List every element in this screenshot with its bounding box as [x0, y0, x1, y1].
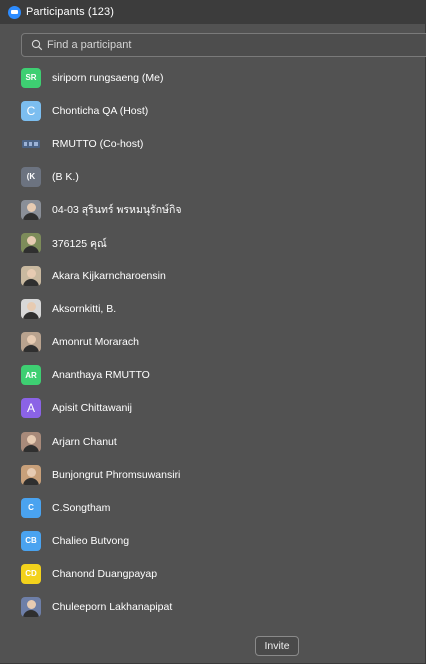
avatar-photo	[21, 464, 41, 485]
participant-name: Aksornkitti, B.	[52, 303, 117, 316]
participant-name: Chonticha QA (Host)	[52, 104, 149, 117]
window-title: Participants (123)	[26, 6, 115, 18]
participant-row[interactable]: C C.Songtham	[0, 491, 426, 524]
participant-name: (B K.)	[52, 170, 79, 183]
participant-row[interactable]: 04-03 สุรินทร์ พรหมนุรักษ์กิจ	[0, 193, 426, 226]
avatar-body-shape	[23, 610, 39, 618]
participant-row[interactable]: A Apisit Chittawanij	[0, 392, 426, 425]
participant-name: Chuleeporn Lakhanapipat	[52, 601, 173, 614]
avatar-photo	[21, 233, 41, 254]
participant-row[interactable]: Aksornkitti, B.	[0, 293, 426, 326]
participant-name: RMUTTO (Co-host)	[52, 137, 144, 150]
avatar-head-shape	[26, 302, 36, 312]
participant-name: Akara Kijkarncharoensin	[52, 270, 166, 283]
participant-row[interactable]: Arjarn Chanut	[0, 425, 426, 458]
avatar-photo	[21, 299, 41, 320]
participants-panel: Participants (123) SR siriporn rungsaeng …	[0, 0, 426, 664]
search-box[interactable]	[21, 33, 426, 57]
search-input[interactable]	[47, 39, 387, 51]
avatar-head-shape	[26, 335, 36, 345]
avatar-photo	[21, 199, 41, 220]
avatar-initials: CD	[21, 563, 41, 584]
avatar-logo-icon	[21, 134, 41, 154]
avatar-body-shape	[23, 279, 39, 287]
participant-row[interactable]: 376125 คุณ์	[0, 226, 426, 259]
participant-name: 376125 คุณ์	[52, 237, 107, 250]
avatar-body-shape	[23, 212, 39, 220]
title-bar[interactable]: Participants (123)	[0, 0, 425, 24]
avatar-initials: A	[21, 398, 41, 419]
participant-list: SR siriporn rungsaeng (Me) C Chonticha QA (…	[0, 61, 426, 624]
participant-row[interactable]: Bunjongrut Phromsuwansiri	[0, 458, 426, 491]
avatar-initials: CB	[21, 530, 41, 551]
avatar-body-shape	[23, 312, 39, 320]
avatar-body-shape	[23, 444, 39, 452]
participant-row[interactable]: AR Ananthaya RMUTTO	[0, 359, 426, 392]
avatar-photo	[21, 266, 41, 287]
avatar-head-shape	[26, 202, 36, 212]
avatar-initials: C	[21, 100, 41, 121]
avatar-initials: SR	[21, 67, 41, 88]
avatar-initials: AR	[21, 365, 41, 386]
avatar-photo	[21, 431, 41, 452]
participant-name: Chalieo Butvong	[52, 534, 130, 547]
avatar-head-shape	[26, 600, 36, 610]
participant-row[interactable]: Chuleeporn Lakhanapipat	[0, 591, 426, 624]
participant-row[interactable]: (K (B K.)	[0, 160, 426, 193]
avatar-initials: C	[21, 497, 41, 518]
participant-name: 04-03 สุรินทร์ พรหมนุรักษ์กิจ	[52, 204, 182, 217]
participant-name: Ananthaya RMUTTO	[52, 369, 150, 382]
participant-name: C.Songtham	[52, 501, 111, 514]
avatar-initials: (K	[21, 166, 41, 187]
zoom-logo-icon	[8, 5, 21, 19]
participant-row[interactable]: SR siriporn rungsaeng (Me)	[0, 61, 426, 94]
participant-row[interactable]: Akara Kijkarncharoensin	[0, 260, 426, 293]
participant-name: siriporn rungsaeng (Me)	[52, 71, 164, 84]
participant-name: Arjarn Chanut	[52, 435, 117, 448]
participant-name: Chanond Duangpayap	[52, 567, 158, 580]
participant-name: Amonrut Morarach	[52, 336, 139, 349]
participant-row[interactable]: Amonrut Morarach	[0, 326, 426, 359]
avatar-photo	[21, 332, 41, 353]
avatar-head-shape	[26, 236, 36, 246]
search-icon	[31, 39, 43, 51]
invite-button[interactable]: Invite	[255, 636, 299, 656]
avatar-body-shape	[23, 246, 39, 254]
avatar-body-shape	[23, 477, 39, 485]
participant-row[interactable]: CD Chanond Duangpayap	[0, 557, 426, 590]
participant-row[interactable]: C Chonticha QA (Host)	[0, 94, 426, 127]
avatar-photo	[21, 597, 41, 618]
avatar-head-shape	[26, 269, 36, 279]
participant-row[interactable]: CB Chalieo Butvong	[0, 524, 426, 557]
participant-name: Apisit Chittawanij	[52, 402, 132, 415]
avatar-body-shape	[23, 345, 39, 353]
participant-row[interactable]: RMUTTO (Co-host)	[0, 127, 426, 160]
avatar-head-shape	[26, 434, 36, 444]
avatar-head-shape	[26, 467, 36, 477]
participant-name: Bunjongrut Phromsuwansiri	[52, 468, 181, 481]
